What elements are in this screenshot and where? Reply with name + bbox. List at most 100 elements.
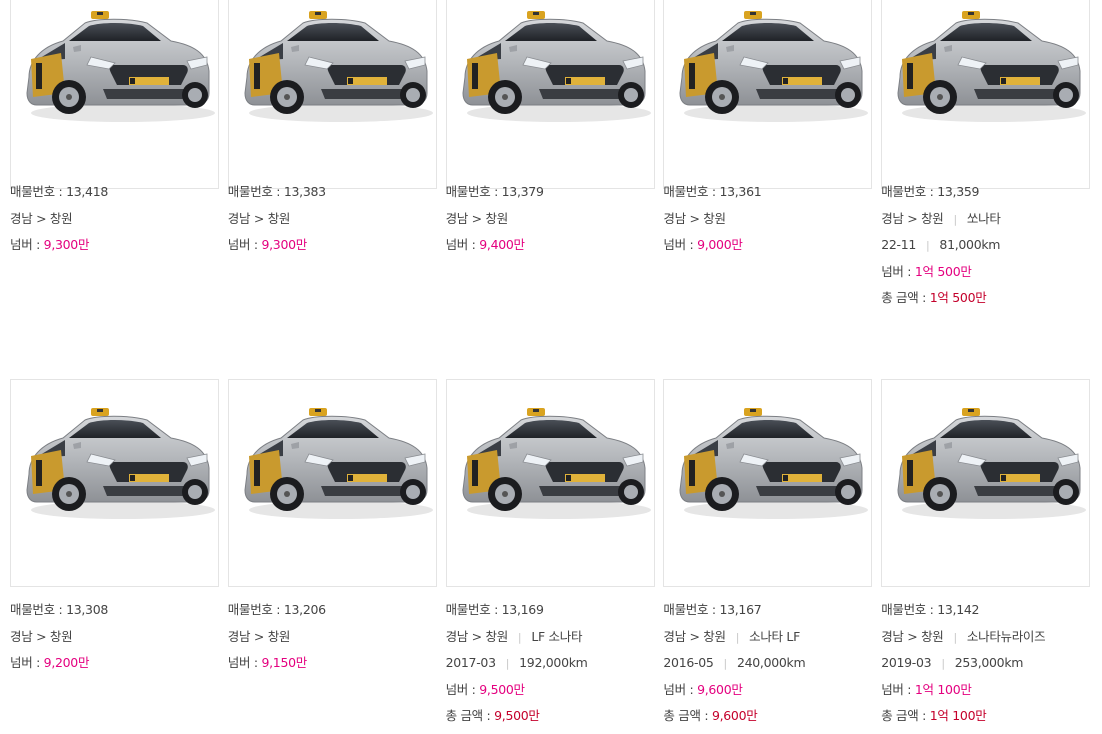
listing-id: 13,383 bbox=[283, 184, 326, 199]
listing-model: 소나타 LF bbox=[749, 628, 800, 644]
listing-thumbnail[interactable] bbox=[663, 379, 873, 587]
listing-price-label: 넘버 : bbox=[10, 655, 44, 670]
listing-mileage: 253,000km bbox=[954, 655, 1024, 670]
listing-thumbnail[interactable] bbox=[445, 0, 655, 189]
listing-price-label: 넘버 : bbox=[227, 237, 262, 252]
listing-thumbnail[interactable] bbox=[881, 0, 1091, 189]
listing-region: 경남 > 창원 bbox=[445, 628, 509, 644]
listing-thumbnail[interactable] bbox=[663, 0, 873, 189]
listing-year-line: 2016-05 | 240,000km bbox=[663, 650, 872, 677]
listing-year: 2019-03 bbox=[881, 655, 932, 670]
listing-year: 2017-03 bbox=[445, 655, 496, 670]
listing-price: 9,300만 bbox=[261, 237, 307, 252]
listing-price-line: 넘버 : 9,200만 bbox=[10, 650, 219, 677]
listing-id: 13,379 bbox=[501, 184, 544, 199]
listing-year-line: 2017-03 | 192,000km bbox=[446, 650, 655, 677]
listing-region: 경남 > 창원 bbox=[663, 628, 726, 644]
listing-id-line: 매물번호 : 13,359 bbox=[881, 179, 1090, 206]
listing-info: 매물번호 : 13,379 경남 > 창원| 넘버 : 9,400만 bbox=[446, 179, 655, 259]
listing-price: 9,150만 bbox=[261, 655, 307, 670]
listing-total-label: 총 금액 : bbox=[881, 708, 930, 723]
listing-info: 매물번호 : 13,383 경남 > 창원| 넘버 : 9,300만 bbox=[228, 179, 437, 259]
listing-price: 9,500만 bbox=[479, 681, 525, 697]
listing-year: 2016-05 bbox=[663, 655, 714, 670]
listing-price-line: 넘버 : 1억 100만 bbox=[881, 677, 1090, 704]
listing-id: 13,206 bbox=[283, 602, 326, 617]
listing-price-line: 넘버 : 9,150만 bbox=[228, 650, 437, 677]
listing-region-line: 경남 > 창원| bbox=[228, 206, 437, 233]
listing-id-label: 매물번호 : bbox=[445, 602, 502, 617]
listing-id-label: 매물번호 : bbox=[445, 184, 502, 199]
listing-region: 경남 > 창원 bbox=[227, 210, 291, 226]
listing-id-line: 매물번호 : 13,379 bbox=[446, 179, 655, 206]
taxi-car-photo-icon bbox=[882, 379, 1089, 583]
listing-id-label: 매물번호 : bbox=[10, 602, 67, 617]
taxi-car-photo-icon bbox=[229, 0, 436, 186]
listing-thumbnail[interactable] bbox=[445, 379, 655, 587]
listing-thumbnail[interactable] bbox=[227, 379, 437, 587]
taxi-car-photo-icon bbox=[229, 379, 436, 583]
listing-price-line: 넘버 : 9,300만 bbox=[228, 232, 437, 259]
listing-price-label: 넘버 : bbox=[881, 681, 915, 697]
listing-total-line: 총 금액 : 9,500만 bbox=[446, 703, 655, 730]
listing-region: 경남 > 창원 bbox=[227, 628, 291, 644]
taxi-car-photo-icon bbox=[882, 0, 1089, 186]
listing-region-line: 경남 > 창원 | 소나타 LF bbox=[663, 624, 872, 651]
listing-price-label: 넘버 : bbox=[227, 655, 262, 670]
listing-region: 경남 > 창원 bbox=[881, 628, 944, 644]
listing-id: 13,142 bbox=[937, 602, 980, 617]
listing-info: 매물번호 : 13,167 경남 > 창원 | 소나타 LF 2016-05 | 240… bbox=[663, 597, 872, 730]
listing-info: 매물번호 : 13,308 경남 > 창원| 넘버 : 9,200만 bbox=[10, 597, 219, 677]
listing-total: 9,600만 bbox=[711, 708, 758, 723]
listing-region: 경남 > 창원 bbox=[10, 628, 73, 644]
listing-id-line: 매물번호 : 13,169 bbox=[446, 597, 655, 624]
mileage-separator: | bbox=[926, 239, 930, 252]
listing-id-label: 매물번호 : bbox=[881, 184, 938, 199]
listing-id: 13,359 bbox=[937, 184, 980, 199]
listing-price-line: 넘버 : 1억 500만 bbox=[881, 259, 1090, 286]
taxi-car-photo-icon bbox=[664, 379, 871, 583]
taxi-car-photo-icon bbox=[447, 379, 654, 583]
listing-region: 경남 > 창원 bbox=[663, 210, 726, 226]
listing-mileage: 240,000km bbox=[736, 655, 806, 670]
listing-id-label: 매물번호 : bbox=[10, 184, 67, 199]
model-separator: | bbox=[735, 630, 740, 644]
listing-info: 매물번호 : 13,206 경남 > 창원| 넘버 : 9,150만 bbox=[228, 597, 437, 677]
taxi-car-photo-icon bbox=[664, 0, 871, 186]
model-separator: | bbox=[953, 212, 958, 226]
listing-year-line: 2019-03 | 253,000km bbox=[881, 650, 1090, 677]
listing-id-label: 매물번호 : bbox=[227, 184, 284, 199]
listing-price-line: 넘버 : 9,000만 bbox=[663, 232, 872, 259]
listing-id-line: 매물번호 : 13,308 bbox=[10, 597, 219, 624]
listing-region-line: 경남 > 창원| bbox=[228, 624, 437, 651]
listing-region-line: 경남 > 창원 | LF 소나타 bbox=[446, 624, 655, 651]
listing-mileage: 192,000km bbox=[519, 655, 588, 670]
listing-id: 13,169 bbox=[501, 602, 544, 617]
listing-total-line: 총 금액 : 9,600만 bbox=[663, 703, 872, 730]
listing-price: 9,600만 bbox=[697, 681, 743, 697]
listing-price-label: 넘버 : bbox=[663, 237, 698, 252]
mileage-separator: | bbox=[941, 657, 945, 670]
listing-id-line: 매물번호 : 13,167 bbox=[663, 597, 872, 624]
listing-model: 쏘나타 bbox=[966, 210, 1001, 226]
listing-price: 9,000만 bbox=[697, 237, 743, 252]
listing-region-line: 경남 > 창원| bbox=[10, 206, 219, 233]
listing-id: 13,418 bbox=[66, 184, 109, 199]
taxi-car-photo-icon bbox=[447, 0, 654, 186]
listing-total-line: 총 금액 : 1억 500만 bbox=[881, 285, 1090, 312]
listing-region-line: 경남 > 창원 | 쏘나타 bbox=[881, 206, 1090, 233]
listing-thumbnail[interactable] bbox=[227, 0, 437, 189]
listing-thumbnail[interactable] bbox=[10, 379, 219, 587]
listing-region: 경남 > 창원 bbox=[10, 210, 73, 226]
listing-region: 경남 > 창원 bbox=[445, 210, 509, 226]
listing-price-line: 넘버 : 9,300만 bbox=[10, 232, 219, 259]
listing-price: 9,200만 bbox=[43, 655, 90, 670]
listing-total: 9,500만 bbox=[494, 708, 540, 723]
listing-price-line: 넘버 : 9,600만 bbox=[663, 677, 872, 704]
listing-model: 소나타뉴라이즈 bbox=[966, 628, 1046, 644]
listing-total-line: 총 금액 : 1억 100만 bbox=[881, 703, 1090, 730]
listing-thumbnail[interactable] bbox=[10, 0, 219, 189]
listing-id-line: 매물번호 : 13,418 bbox=[10, 179, 219, 206]
listing-thumbnail[interactable] bbox=[881, 379, 1091, 587]
listing-id-line: 매물번호 : 13,206 bbox=[228, 597, 437, 624]
